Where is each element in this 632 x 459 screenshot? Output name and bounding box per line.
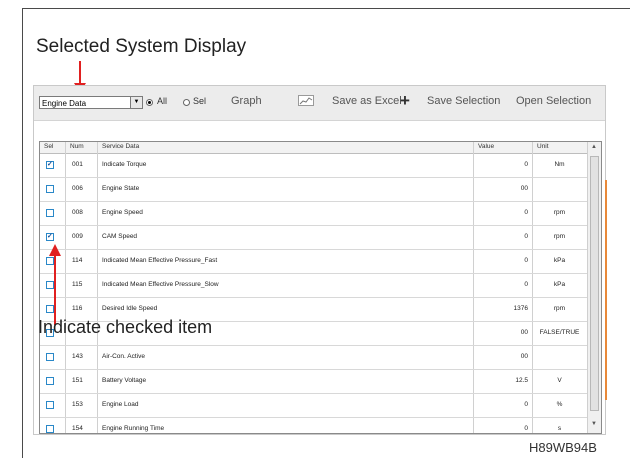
row-num: 114 xyxy=(72,257,83,264)
row-value: 00 xyxy=(520,329,528,336)
table-row[interactable]: 151 Battery Voltage 12.5 V xyxy=(40,370,587,394)
figure-code: H89WB94B xyxy=(529,440,597,455)
row-num: 154 xyxy=(72,425,83,432)
window-edge-accent xyxy=(605,180,607,400)
radio-sel-label: Sel xyxy=(193,96,207,106)
row-service-data: Battery Voltage xyxy=(102,377,147,384)
vertical-scrollbar[interactable]: ▲ ▼ xyxy=(587,142,601,433)
row-value: 0 xyxy=(524,233,528,240)
row-value: 0 xyxy=(524,257,528,264)
row-checkbox[interactable] xyxy=(46,281,54,289)
row-checkbox[interactable] xyxy=(46,425,54,433)
row-checkbox[interactable] xyxy=(46,353,54,361)
row-value: 0 xyxy=(524,401,528,408)
row-value: 0 xyxy=(524,425,528,432)
row-checkbox[interactable] xyxy=(46,209,54,217)
row-num: 008 xyxy=(72,209,83,216)
row-num: 151 xyxy=(72,377,83,384)
row-service-data: Indicated Mean Effective Pressure_Fast xyxy=(102,257,218,264)
row-unit: rpm xyxy=(553,209,566,216)
row-checkbox[interactable] xyxy=(46,185,54,193)
header-service-data: Service Data xyxy=(102,143,140,150)
service-data-window: Engine Data ▼ All Sel Graph Save as Exce… xyxy=(33,85,606,435)
row-num: 006 xyxy=(72,185,83,192)
radio-sel[interactable] xyxy=(183,99,190,106)
header-num: Num xyxy=(70,143,84,150)
table-row[interactable]: 115 Indicated Mean Effective Pressure_Slo… xyxy=(40,274,587,298)
chevron-down-icon[interactable]: ▼ xyxy=(130,97,142,108)
service-data-table: Sel Num Service Data Value Unit 001 Indic… xyxy=(39,141,602,434)
row-value: 12.5 xyxy=(515,377,528,384)
header-sel: Sel xyxy=(44,143,54,150)
row-checkbox[interactable] xyxy=(46,232,54,241)
scrollbar-thumb[interactable] xyxy=(590,156,599,411)
row-unit: rpm xyxy=(553,233,566,240)
row-value: 0 xyxy=(524,281,528,288)
row-checkbox[interactable] xyxy=(46,257,54,265)
row-unit: % xyxy=(556,401,563,408)
row-unit: FALSE/TRUE xyxy=(539,329,580,336)
table-row[interactable]: 114 Indicated Mean Effective Pressure_Fas… xyxy=(40,250,587,274)
row-value: 0 xyxy=(524,209,528,216)
row-value: 00 xyxy=(520,185,528,192)
row-num: 115 xyxy=(72,281,83,288)
table-row[interactable]: 154 Engine Running Time 0 s xyxy=(40,418,587,433)
callout-arrow-top xyxy=(79,61,81,85)
graph-icon[interactable] xyxy=(298,95,314,106)
system-select-value: Engine Data xyxy=(42,99,87,108)
row-value: 1376 xyxy=(513,305,528,312)
row-value: 0 xyxy=(524,161,528,168)
table-header: Sel Num Service Data Value Unit xyxy=(40,142,587,154)
row-num: 143 xyxy=(72,353,83,360)
row-service-data: Engine State xyxy=(102,185,140,192)
row-service-data: Desired Idle Speed xyxy=(102,305,158,312)
scroll-down-icon[interactable]: ▼ xyxy=(591,421,597,427)
save-excel-button[interactable]: Save as Excel xyxy=(332,95,402,107)
row-checkbox[interactable] xyxy=(46,377,54,385)
toolbar: Engine Data ▼ All Sel Graph Save as Exce… xyxy=(34,86,605,121)
row-service-data: Engine Speed xyxy=(102,209,143,216)
table-row[interactable]: 008 Engine Speed 0 rpm xyxy=(40,202,587,226)
row-num: 009 xyxy=(72,233,83,240)
callout-indicate-checked-item: Indicate checked item xyxy=(38,317,213,337)
row-checkbox[interactable] xyxy=(46,305,54,313)
row-service-data: Air-Con. Active xyxy=(102,353,145,360)
system-select[interactable]: Engine Data ▼ xyxy=(39,96,143,109)
row-num: 153 xyxy=(72,401,83,408)
row-service-data: Indicated Mean Effective Pressure_Slow xyxy=(102,281,219,288)
table-row[interactable]: 006 Engine State 00 xyxy=(40,178,587,202)
graph-button[interactable]: Graph xyxy=(231,95,262,107)
row-num: 001 xyxy=(72,161,83,168)
row-service-data: Engine Running Time xyxy=(102,425,165,432)
row-checkbox[interactable] xyxy=(46,160,54,169)
plus-icon[interactable]: + xyxy=(400,92,410,109)
row-unit: kPa xyxy=(553,281,566,288)
row-service-data: Engine Load xyxy=(102,401,139,408)
callout-arrow-bottom xyxy=(54,255,56,325)
row-unit: V xyxy=(557,377,562,384)
row-unit: rpm xyxy=(553,305,566,312)
open-selection-button[interactable]: Open Selection xyxy=(516,95,591,107)
radio-all-label: All xyxy=(157,96,168,106)
table-row[interactable]: 143 Air-Con. Active 00 xyxy=(40,346,587,370)
row-checkbox[interactable] xyxy=(46,401,54,409)
row-unit: s xyxy=(557,425,562,432)
row-service-data: CAM Speed xyxy=(102,233,138,240)
header-value: Value xyxy=(478,143,495,150)
row-num: 116 xyxy=(72,305,83,312)
row-value: 00 xyxy=(520,353,528,360)
scroll-up-icon[interactable]: ▲ xyxy=(591,144,597,150)
table-row[interactable]: 001 Indicate Torque 0 Nm xyxy=(40,154,587,178)
table-row[interactable]: 009 CAM Speed 0 rpm xyxy=(40,226,587,250)
row-unit: Nm xyxy=(554,161,565,168)
radio-all[interactable] xyxy=(146,99,153,106)
header-unit: Unit xyxy=(537,143,549,150)
callout-selected-system-display: Selected System Display xyxy=(36,36,247,57)
table-row[interactable]: 153 Engine Load 0% xyxy=(40,394,587,418)
row-service-data: Indicate Torque xyxy=(102,161,147,168)
save-selection-button[interactable]: Save Selection xyxy=(427,95,500,107)
row-unit: kPa xyxy=(553,257,566,264)
